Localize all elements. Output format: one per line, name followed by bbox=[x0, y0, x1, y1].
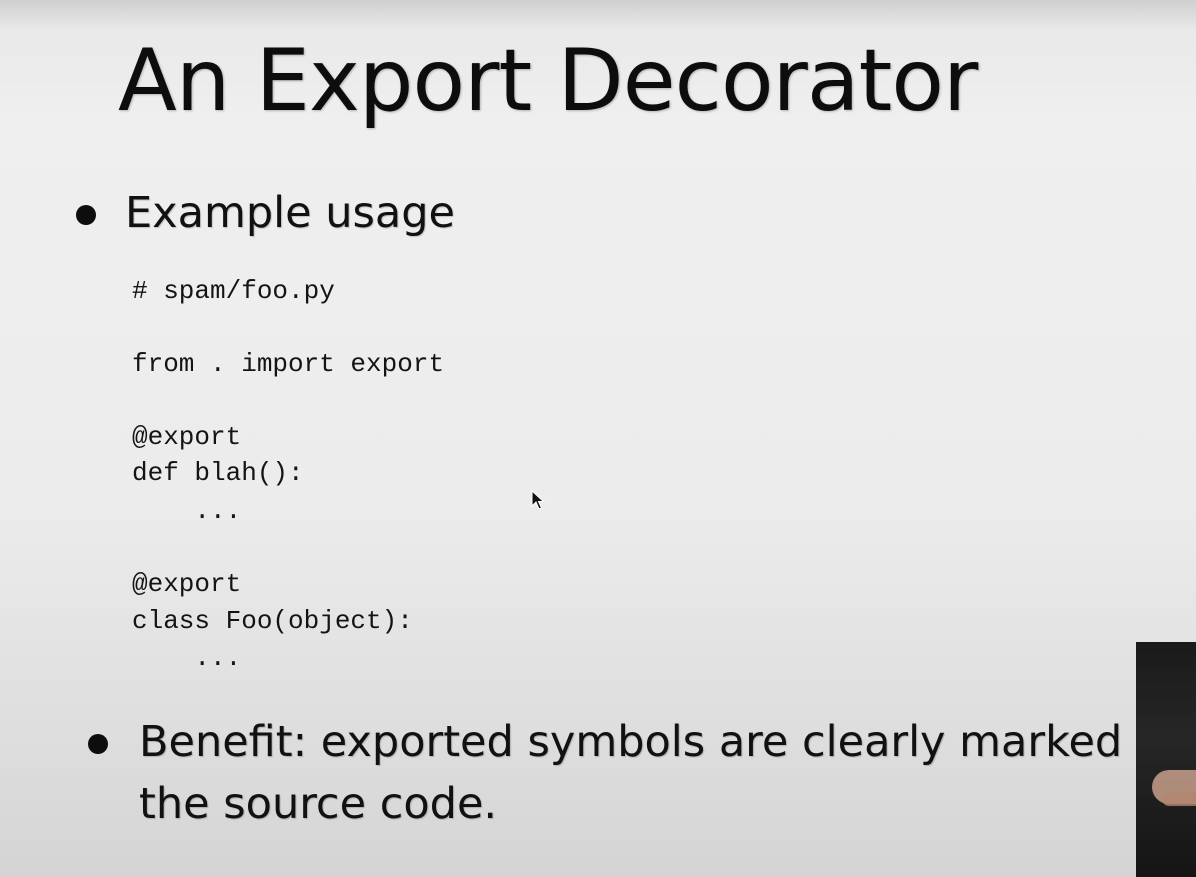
slide-title: An Export Decorator bbox=[118, 31, 978, 131]
code-line: ... bbox=[132, 496, 242, 526]
code-line: # spam/foo.py bbox=[132, 276, 335, 306]
slide: An Export Decorator Example usage # spam… bbox=[0, 0, 1196, 877]
bullet-dot bbox=[88, 734, 108, 754]
code-line: ... bbox=[132, 643, 242, 673]
speaker-fingers bbox=[1162, 792, 1196, 806]
webcam-overlay bbox=[1136, 642, 1196, 877]
code-line: class Foo(object): bbox=[132, 606, 413, 636]
bullet-benefit-line-2: the source code. bbox=[139, 779, 498, 829]
bullet-dot bbox=[76, 205, 96, 225]
code-line: from . import export bbox=[132, 349, 445, 379]
bullet-benefit-line-1: Benefit: exported symbols are clearly ma… bbox=[139, 717, 1136, 767]
slide-content: An Export Decorator Example usage # spam… bbox=[0, 0, 1136, 877]
bullet-example-usage: Example usage bbox=[125, 188, 455, 238]
code-line: @export bbox=[132, 422, 242, 452]
code-line: def blah(): bbox=[132, 458, 304, 488]
code-line: @export bbox=[132, 569, 242, 599]
mouse-pointer-icon bbox=[531, 490, 545, 510]
